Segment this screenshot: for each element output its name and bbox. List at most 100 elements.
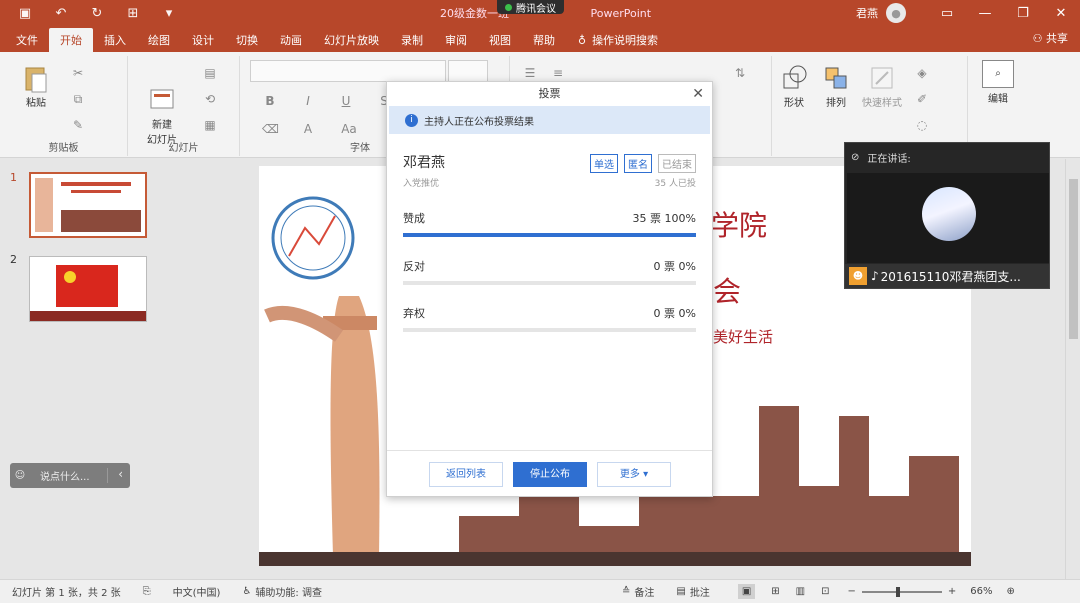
stop-publish-button[interactable]: 停止公布 <box>513 462 587 487</box>
user-icon: ☻ <box>849 267 867 285</box>
meeting-indicator[interactable]: 腾讯会议 <box>497 0 564 15</box>
meeting-video-window[interactable]: ⊘ 正在讲话: ☻ ♪ 201615110邓君燕团支... <box>844 142 1050 289</box>
caret-down-icon: ▾ <box>643 469 649 480</box>
tab-draw[interactable]: 绘图 <box>137 28 181 52</box>
close-icon[interactable]: ✕ <box>692 82 704 106</box>
font-color-icon[interactable]: A <box>300 122 316 138</box>
redo-icon[interactable]: ↻ <box>82 6 112 21</box>
edit-button[interactable]: ⌕ 编辑 <box>978 60 1018 105</box>
ribbon-display-icon[interactable]: ▭ <box>928 6 966 21</box>
shape-fill-icon[interactable]: ◈ <box>914 66 930 82</box>
title-bar: ▣ ↶ ↻ ⊞ ▾ 20级金数一班 PowerPoint 腾讯会议 君燕 ● ▭… <box>0 0 1080 26</box>
font-name-select[interactable] <box>250 60 446 82</box>
bold-icon[interactable]: B <box>262 94 278 110</box>
share-person-icon: ⚇ <box>1032 32 1043 45</box>
quick-styles-icon <box>868 64 896 92</box>
notes-button[interactable]: 备注 <box>634 584 654 599</box>
zoom-level[interactable]: 66% <box>970 586 992 597</box>
underline-icon[interactable]: U <box>338 94 354 110</box>
tab-view[interactable]: 视图 <box>478 28 522 52</box>
quick-styles-button[interactable]: 快速样式 <box>858 64 906 109</box>
tab-transitions[interactable]: 切换 <box>225 28 269 52</box>
customize-icon[interactable]: ▾ <box>154 6 184 21</box>
fit-to-window-icon[interactable]: ⊕ <box>1007 586 1015 597</box>
bullets-icon[interactable]: ☰ <box>522 66 538 82</box>
vote-dialog-footer: 返回列表 停止公布 更多 ▾ <box>387 450 712 496</box>
tell-me-label: 操作说明搜索 <box>592 34 659 47</box>
save-icon[interactable]: ▣ <box>10 6 40 21</box>
section-icon[interactable]: ▦ <box>202 118 218 134</box>
minimize-icon[interactable]: — <box>966 6 1004 21</box>
reading-view-icon[interactable]: ▥ <box>796 586 805 597</box>
slide-thumbnail-2[interactable] <box>29 256 147 322</box>
vote-option-label: 反对 <box>403 260 425 273</box>
tab-review[interactable]: 审阅 <box>434 28 478 52</box>
share-button[interactable]: ⚇ 共享 <box>1033 30 1068 46</box>
tab-design[interactable]: 设计 <box>181 28 225 52</box>
layout-icon[interactable]: ▤ <box>202 66 218 82</box>
shape-effects-icon[interactable]: ◌ <box>914 118 930 134</box>
vertical-scrollbar[interactable] <box>1065 159 1080 579</box>
reset-icon[interactable]: ⟲ <box>202 92 218 108</box>
cut-icon[interactable]: ✂ <box>70 66 86 82</box>
tab-animations[interactable]: 动画 <box>269 28 313 52</box>
slide-sorter-icon[interactable]: ⊞ <box>771 586 779 597</box>
account-avatar-icon[interactable]: ● <box>886 3 906 23</box>
format-painter-icon[interactable]: ✎ <box>70 118 86 134</box>
tab-record[interactable]: 录制 <box>390 28 434 52</box>
vote-option: 弃权 0 票 0% <box>403 305 696 332</box>
collapse-chevron-icon[interactable]: ‹ <box>118 467 123 481</box>
account-name[interactable]: 君燕 <box>856 5 878 21</box>
comments-button[interactable]: 批注 <box>690 584 710 599</box>
undo-icon[interactable]: ↶ <box>46 6 76 21</box>
spellcheck-icon[interactable]: ⎘ <box>143 586 151 597</box>
tab-insert[interactable]: 插入 <box>93 28 137 52</box>
paste-button[interactable]: 粘贴 <box>18 64 54 109</box>
vote-count: 35 人已投 <box>654 179 696 189</box>
chat-placeholder: 说点什么... <box>40 472 90 483</box>
italic-icon[interactable]: I <box>300 94 316 110</box>
slide-thumbnail-1[interactable] <box>29 172 147 238</box>
language-indicator[interactable]: 中文(中国) <box>173 584 221 599</box>
present-icon[interactable]: ⊞ <box>118 6 148 21</box>
shapes-label: 形状 <box>784 98 804 109</box>
notes-icon: ≙ <box>621 586 631 597</box>
vote-option: 赞成 35 票 100% <box>403 210 696 237</box>
zoom-in-icon[interactable]: + <box>948 586 956 597</box>
copy-icon[interactable]: ⧉ <box>70 92 86 108</box>
slide-position: 幻灯片 第 1 张，共 2 张 <box>12 588 121 599</box>
quick-access-toolbar: ▣ ↶ ↻ ⊞ ▾ <box>0 6 184 21</box>
back-to-list-button[interactable]: 返回列表 <box>429 462 503 487</box>
thumb-1-preview <box>31 174 145 236</box>
zoom-out-icon[interactable]: − <box>848 586 856 597</box>
meeting-chat-box[interactable]: ☺ 说点什么... ‹ <box>10 463 130 488</box>
font-size-select[interactable] <box>448 60 488 82</box>
shape-outline-icon[interactable]: ✐ <box>914 92 930 108</box>
tab-file[interactable]: 文件 <box>0 28 49 52</box>
vote-dialog: 投票 ✕ i 主持人正在公布投票结果 邓君燕 单选 匿名 已结束 入党推优 35… <box>386 81 713 497</box>
more-button[interactable]: 更多 ▾ <box>597 462 671 487</box>
tell-me-search[interactable]: ♁ 操作说明搜索 <box>566 28 658 52</box>
emoji-icon[interactable]: ☺ <box>10 470 30 481</box>
tab-help[interactable]: 帮助 <box>522 28 566 52</box>
tab-slideshow[interactable]: 幻灯片放映 <box>313 28 390 52</box>
zoom-slider-thumb[interactable] <box>895 586 900 597</box>
accessibility-status[interactable]: 辅助功能: 调查 <box>255 584 322 599</box>
numbering-icon[interactable]: ≡ <box>550 66 566 82</box>
change-case-icon[interactable]: Aa <box>338 122 360 138</box>
more-label: 更多 <box>619 469 640 480</box>
tab-home[interactable]: 开始 <box>49 28 93 52</box>
zoom-slider[interactable] <box>861 586 942 597</box>
normal-view-icon[interactable]: ▣ <box>737 584 756 599</box>
drawing-group: 形状 排列 快速样式 ◈ ✐ ◌ <box>772 56 968 156</box>
restore-icon[interactable]: ❐ <box>1004 6 1042 21</box>
clipboard-group-label: 剪贴板 <box>48 143 79 154</box>
text-direction-icon[interactable]: ⇅ <box>732 66 748 82</box>
slideshow-view-icon[interactable]: ⊡ <box>821 586 829 597</box>
clear-format-icon[interactable]: ⌫ <box>262 122 279 138</box>
scrollbar-thumb[interactable] <box>1069 179 1078 339</box>
vote-subtitle: 入党推优 <box>403 179 440 189</box>
arrange-button[interactable]: 排列 <box>818 64 854 109</box>
shapes-button[interactable]: 形状 <box>776 64 812 109</box>
close-icon[interactable]: ✕ <box>1042 6 1080 21</box>
